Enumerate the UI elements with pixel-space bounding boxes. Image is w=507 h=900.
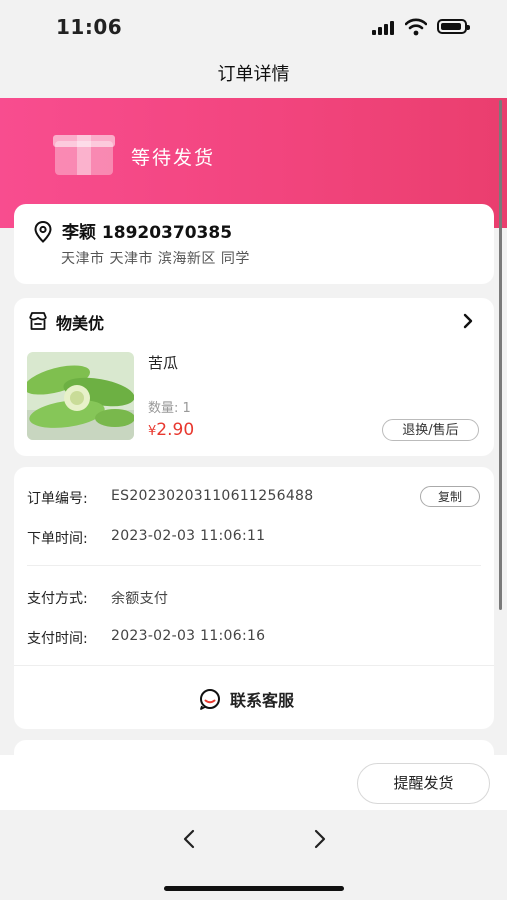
customer-service-icon[interactable]: [199, 688, 221, 710]
payment-time-value: 2023-02-03 11:06:16: [111, 628, 266, 644]
signal-icon: [372, 21, 396, 35]
address-card[interactable]: 李颖 18920370385 天津市 天津市 滨海新区 同学: [14, 204, 494, 284]
remind-ship-button[interactable]: 提醒发货: [357, 763, 490, 804]
status-time: 11:06: [56, 15, 123, 39]
payment-time-label: 支付时间:: [27, 631, 88, 647]
home-indicator[interactable]: [164, 886, 344, 891]
shop-name[interactable]: 物美优: [56, 310, 104, 334]
order-number-value: ES20230203110611256488: [111, 488, 314, 504]
product-name: 苦瓜: [148, 354, 179, 372]
page-title: 订单详情: [217, 64, 290, 85]
order-info-card: 订单编号: ES20230203110611256488 复制 下单时间: 20…: [14, 467, 494, 729]
contact-service-button[interactable]: 联系客服: [230, 687, 294, 711]
wifi-icon: [405, 18, 427, 36]
package-icon: [53, 135, 115, 175]
shop-card: 物美优 苦瓜 数量: 1 ¥2.90 退换/售后: [14, 298, 494, 456]
bottom-action-bar: 提醒发货: [0, 755, 507, 810]
nav-bar: 订单详情: [0, 52, 507, 98]
after-sale-button[interactable]: 退换/售后: [382, 419, 479, 441]
forward-arrow-icon[interactable]: [311, 828, 329, 850]
recipient-name-phone: 李颖 18920370385: [62, 223, 233, 243]
payment-method-label: 支付方式:: [27, 591, 88, 607]
divider: [27, 565, 481, 566]
payment-method-value: 余额支付: [111, 591, 169, 607]
price-value: 2.90: [156, 420, 195, 440]
scrollbar[interactable]: [499, 100, 502, 610]
back-arrow-icon[interactable]: [180, 828, 198, 850]
store-icon: [29, 312, 47, 330]
recipient-address: 天津市 天津市 滨海新区 同学: [61, 251, 250, 267]
order-status-text: 等待发货: [131, 147, 216, 169]
battery-icon: [437, 19, 470, 34]
chevron-right-icon[interactable]: [460, 312, 476, 330]
status-bar: 11:06: [0, 0, 507, 52]
product-price: ¥2.90: [148, 420, 194, 440]
copy-button[interactable]: 复制: [420, 486, 480, 507]
order-number-label: 订单编号:: [27, 491, 88, 507]
product-quantity: 数量: 1: [148, 401, 191, 416]
browser-toolbar: [0, 810, 507, 900]
location-pin-icon: [34, 221, 52, 243]
order-created-value: 2023-02-03 11:06:11: [111, 528, 266, 544]
product-image[interactable]: [27, 352, 134, 440]
divider: [14, 665, 494, 666]
order-created-label: 下单时间:: [27, 531, 88, 547]
